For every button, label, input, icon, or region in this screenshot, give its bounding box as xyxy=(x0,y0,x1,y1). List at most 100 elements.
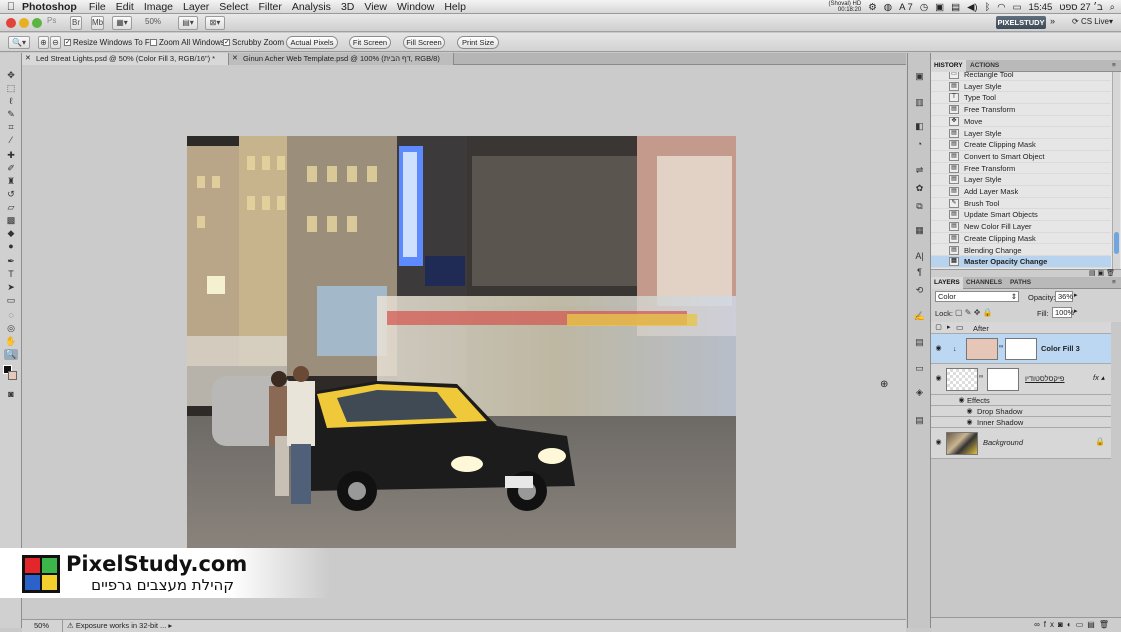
brush-presets-icon[interactable]: ✍ xyxy=(913,311,926,321)
type-tool-icon[interactable]: T xyxy=(4,269,18,280)
marquee-tool-icon[interactable]: ⬚ xyxy=(4,83,18,94)
fit-screen-button[interactable]: Fit Screen xyxy=(349,36,391,49)
gradient-tool-icon[interactable]: ▩ xyxy=(4,215,18,226)
opacity-input[interactable]: 36% xyxy=(1055,291,1073,302)
eye-icon[interactable]: ◉ xyxy=(934,374,943,382)
clone-stamp-tool-icon[interactable]: ♜ xyxy=(4,176,18,187)
tab-paths[interactable]: PATHS xyxy=(1007,277,1034,289)
history-state[interactable]: ▤ New Color Fill Layer xyxy=(931,221,1111,233)
3d-rotate-tool-icon[interactable]: ◌ xyxy=(4,310,18,321)
link-layers-icon[interactable]: ∞ xyxy=(1034,620,1044,629)
eye-icon[interactable]: ◉ xyxy=(965,407,974,415)
clone-source-icon[interactable]: ⧉ xyxy=(913,201,926,211)
new-document-from-state-icon[interactable]: ▤ xyxy=(1089,270,1096,277)
minimize-window-icon[interactable] xyxy=(19,18,29,28)
effect-inner-shadow[interactable]: ◉ Inner Shadow xyxy=(931,417,1111,428)
tab-channels[interactable]: CHANNELS xyxy=(963,277,1005,289)
keyboard-layout[interactable]: A 7 xyxy=(899,2,913,13)
fill-input[interactable]: 100% xyxy=(1052,307,1074,318)
menu-3d[interactable]: 3D xyxy=(341,1,354,13)
smart-object-thumbnail[interactable] xyxy=(946,368,978,391)
styles-icon[interactable]: ◈ xyxy=(913,387,926,397)
adjustment-layer-icon[interactable]: ◐ xyxy=(1067,620,1076,629)
lock-icons[interactable]: ▢ ✎ ✥ 🔒 xyxy=(955,308,993,317)
tab-ginun-acher[interactable]: ✕ Ginun Acher Web Template.psd @ 100% (ד… xyxy=(229,53,454,65)
zoom-tool-icon[interactable]: 🔍 xyxy=(4,349,18,360)
history-state[interactable]: ▤ Convert to Smart Object xyxy=(931,151,1111,163)
close-window-icon[interactable] xyxy=(6,18,16,28)
background-color-swatch[interactable] xyxy=(8,371,17,380)
history-state[interactable]: T Type Tool xyxy=(931,92,1111,105)
layer-smart-object[interactable]: ◉ ∞ פיקסלסטודיו fx ▴ xyxy=(931,364,1111,395)
history-state[interactable]: ▤ Layer Style xyxy=(931,174,1111,186)
bridge-button[interactable]: Br xyxy=(70,16,82,30)
eraser-tool-icon[interactable]: ▱ xyxy=(4,202,18,213)
tab-actions[interactable]: ACTIONS xyxy=(967,60,1002,72)
battery-icon[interactable]: ▭ xyxy=(1013,2,1022,13)
link-icon[interactable]: ∞ xyxy=(999,344,1003,350)
menu-view[interactable]: View xyxy=(364,1,387,13)
expand-arrow-icon[interactable]: ▸ xyxy=(947,323,951,331)
history-state[interactable]: ▤ Free Transform xyxy=(931,163,1111,175)
actual-pixels-button[interactable]: Actual Pixels xyxy=(286,36,338,49)
resize-windows-checkbox[interactable]: ✓ Resize Windows To Fit xyxy=(64,38,154,47)
history-scrollbar[interactable] xyxy=(1112,72,1120,269)
menu-window[interactable]: Window xyxy=(397,1,434,13)
effect-drop-shadow[interactable]: ◉ Drop Shadow xyxy=(931,406,1111,417)
blend-mode-select[interactable]: Color ⇕ xyxy=(935,291,1019,302)
quick-mask-icon[interactable]: ◙ xyxy=(4,389,18,400)
menu-layer[interactable]: Layer xyxy=(183,1,209,13)
menu-help[interactable]: Help xyxy=(444,1,466,13)
tool-preset-picker[interactable]: 🔍▾ xyxy=(8,36,30,49)
status-zoom[interactable]: 50% xyxy=(34,620,49,632)
background-thumbnail[interactable] xyxy=(946,432,978,455)
history-state[interactable]: ▤ Add Layer Mask xyxy=(931,186,1111,198)
extras-menu[interactable]: ▦▾ xyxy=(112,16,132,30)
histogram-icon[interactable]: ▥ xyxy=(913,97,926,107)
move-tool-icon[interactable]: ✥ xyxy=(4,70,18,81)
zoom-out-icon[interactable]: ⊖ xyxy=(50,36,61,49)
visibility-toggle[interactable]: ▢ xyxy=(934,323,943,331)
mini-bridge-icon[interactable]: ▣ xyxy=(913,71,926,81)
screen-icon[interactable]: ▣ xyxy=(935,2,944,13)
swatches-icon[interactable]: ▦ xyxy=(913,225,926,235)
gear-icon[interactable]: ⚙ xyxy=(868,2,877,13)
date[interactable]: ב׳ 27 ספט xyxy=(1059,2,1102,13)
eye-icon[interactable]: ◉ xyxy=(957,396,966,404)
panel-menu-icon[interactable]: ≡ xyxy=(1109,277,1119,289)
more-workspaces-icon[interactable]: » xyxy=(1050,16,1055,26)
menu-image[interactable]: Image xyxy=(144,1,173,13)
new-layer-icon[interactable]: ▤ xyxy=(1087,620,1099,629)
tab-led-street-lights[interactable]: ✕ Led Streat Lights.psd @ 50% (Color Fil… xyxy=(22,53,229,65)
layer-effects-icon[interactable]: fx ▴ xyxy=(1093,373,1105,382)
info-icon[interactable]: ◔ xyxy=(913,139,926,149)
dodge-tool-icon[interactable]: ● xyxy=(4,241,18,252)
add-layer-style-icon[interactable]: fx xyxy=(1044,620,1058,629)
volume-icon[interactable]: ◀) xyxy=(967,2,977,13)
eye-icon[interactable]: ◉ xyxy=(934,344,943,352)
clock[interactable]: 15:45 xyxy=(1029,2,1053,13)
history-state[interactable]: ▤ Create Clipping Mask xyxy=(931,233,1111,245)
history-state[interactable]: ✥ Move xyxy=(931,116,1111,128)
tab-history[interactable]: HISTORY xyxy=(931,60,966,72)
history-state[interactable]: ▤ Master Opacity Change xyxy=(931,256,1111,268)
history-state[interactable]: ▤ Layer Style xyxy=(931,128,1111,140)
adjustments-icon[interactable]: ⟲ xyxy=(913,285,926,295)
tab-layers[interactable]: LAYERS xyxy=(931,277,963,289)
pen-tool-icon[interactable]: ✒ xyxy=(4,256,18,267)
blur-tool-icon[interactable]: ◆ xyxy=(4,228,18,239)
delete-state-icon[interactable]: 🗑 xyxy=(1106,270,1115,277)
workspace-switcher[interactable]: PIXELSTUDY xyxy=(996,16,1046,29)
menu-filter[interactable]: Filter xyxy=(258,1,281,13)
fill-screen-button[interactable]: Fill Screen xyxy=(403,36,445,49)
hand-tool-icon[interactable]: ✋ xyxy=(4,336,18,347)
masks-icon[interactable]: ▭ xyxy=(913,363,926,373)
layer-color-fill-3[interactable]: ◉ ↓ ∞ Color Fill 3 xyxy=(931,334,1111,364)
opacity-slider-toggle[interactable]: ▸ xyxy=(1074,291,1078,299)
crop-tool-icon[interactable]: ⌗ xyxy=(4,122,18,133)
panel-menu-icon[interactable]: ≡ xyxy=(1109,60,1119,72)
notes-icon[interactable]: ▤ xyxy=(913,337,926,347)
layer-group-after[interactable]: ▢ ▸ ▭ After xyxy=(931,322,1111,334)
history-state[interactable]: ▤ Layer Style xyxy=(931,81,1111,93)
close-tab-icon[interactable]: ✕ xyxy=(25,53,31,65)
